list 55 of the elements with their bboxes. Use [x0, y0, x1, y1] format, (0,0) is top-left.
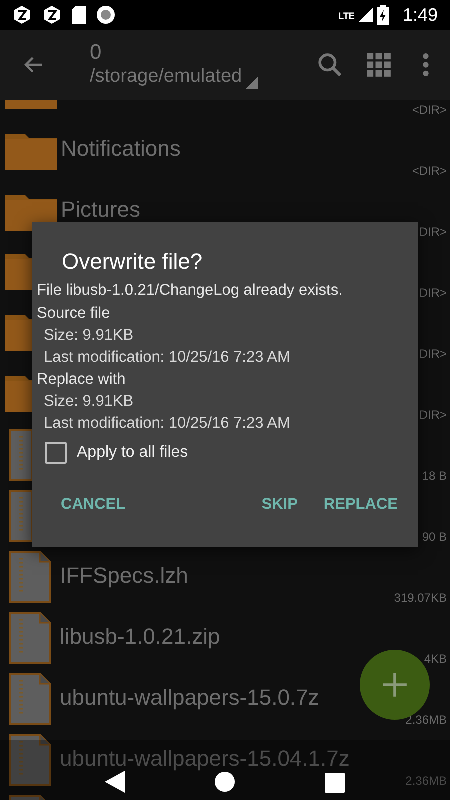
file-size: 319.07KB [394, 591, 447, 605]
file-size: 90 B [422, 530, 447, 544]
file-name[interactable]: IFFSpecs.lzh [60, 562, 188, 588]
file-name[interactable]: Notifications [61, 136, 181, 162]
file-size-info: Size: 9.91KB [44, 326, 135, 346]
archive-file-icon [9, 672, 51, 724]
dialog-button[interactable]: SKIP [252, 488, 308, 522]
file-name[interactable]: Pictures [61, 196, 140, 222]
app-notification-icon [42, 5, 62, 25]
plus-icon [382, 672, 408, 698]
network-type: LTE [338, 10, 355, 20]
archive-file-icon [9, 428, 32, 480]
file-name[interactable]: ubuntu-wallpapers-15.0.7z [60, 684, 320, 710]
file-size: 2.36MB [406, 774, 447, 788]
dropdown-icon[interactable] [246, 77, 258, 89]
search-icon[interactable] [316, 51, 344, 79]
clock: 1:49 [402, 4, 438, 26]
battery-icon [376, 5, 389, 25]
path-dropdown[interactable]: /storage/emulated [90, 65, 242, 89]
file-name[interactable]: libusb-1.0.21.zip [60, 624, 220, 650]
signal-icon [358, 7, 373, 23]
checkbox[interactable] [45, 442, 67, 464]
sd-card-icon [72, 6, 86, 24]
apply-all-checkbox[interactable]: Apply to all files [45, 442, 408, 464]
file-name[interactable]: ubuntu-wallpapers-15.04.1.7z [60, 746, 350, 772]
archive-file-icon [9, 490, 32, 542]
file-size: DIR> [419, 408, 447, 422]
file-size: <DIR> [412, 103, 447, 117]
archive-file-icon [9, 550, 51, 602]
record-icon [96, 5, 116, 25]
file-size: 2.36MB [406, 713, 447, 727]
modification-date: Last modification: 10/25/16 7:23 AM [44, 348, 292, 368]
app-bar-title: 0 [90, 41, 103, 65]
grid-view-icon[interactable] [366, 52, 392, 78]
modification-date: Last modification: 10/25/16 7:23 AM [44, 414, 292, 434]
dialog-message: File libusb-1.0.21/ChangeLog already exists. [37, 281, 344, 301]
dialog-button[interactable]: CANCEL [51, 488, 136, 522]
archive-file-icon [9, 612, 51, 664]
more-icon[interactable] [422, 52, 430, 78]
dialog-button[interactable]: REPLACE [314, 488, 408, 522]
home-icon[interactable] [214, 771, 236, 793]
section-heading: Replace with [37, 370, 127, 390]
file-size: 4KB [424, 652, 447, 666]
app-notification-icon [12, 5, 32, 25]
back-icon[interactable] [104, 771, 125, 793]
file-size-info: Size: 9.91KB [44, 392, 135, 412]
file-size: DIR> [419, 286, 447, 300]
dialog-title: Overwrite file? [62, 248, 204, 276]
file-size: <DIR> [412, 164, 447, 178]
section-heading: Source file [37, 304, 112, 324]
file-size: DIR> [419, 225, 447, 239]
file-size: DIR> [419, 347, 447, 361]
recents-icon[interactable] [325, 773, 346, 793]
archive-file-icon [9, 734, 51, 786]
file-size: 18 B [422, 469, 447, 483]
